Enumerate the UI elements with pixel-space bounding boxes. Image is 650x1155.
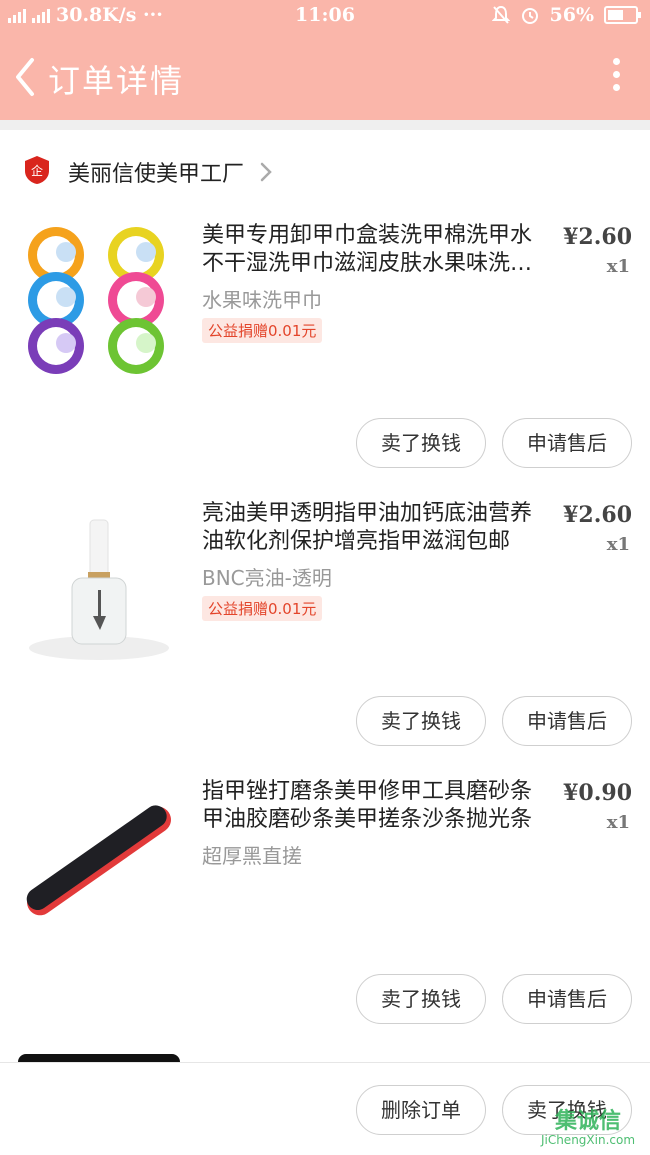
- product-image-wipes: [14, 220, 184, 390]
- item-price: ¥2.60: [563, 224, 632, 250]
- shop-logo-icon: 企: [25, 156, 49, 184]
- battery-icon: [604, 6, 641, 24]
- shop-name: 美丽信使美甲工厂: [68, 162, 245, 187]
- more-vertical-icon[interactable]: [610, 58, 622, 98]
- top-bar: 30.8K/s ··· 11:06 56% 订单详情: [0, 0, 650, 120]
- sell-button[interactable]: 卖了换钱: [356, 974, 486, 1024]
- charity-badge: 公益捐赠0.01元: [202, 318, 323, 343]
- product-image-nail-file: [14, 776, 184, 946]
- sell-button[interactable]: 卖了换钱: [356, 696, 486, 746]
- after-sales-button[interactable]: 申请售后: [502, 696, 632, 746]
- item-sku: BNC亮油-透明: [202, 566, 332, 590]
- item-name[interactable]: 美甲专用卸甲巾盒装洗甲棉洗甲水不干湿洗甲巾滋润皮肤水果味洗甲巾: [202, 222, 537, 278]
- section-divider: [0, 120, 650, 130]
- item-quantity: x1: [606, 534, 630, 555]
- status-right: 56%: [491, 4, 641, 26]
- charity-badge: 公益捐赠0.01元: [202, 596, 323, 621]
- product-image-nail-polish: [14, 498, 184, 668]
- battery-percent: 56%: [549, 4, 595, 26]
- after-sales-button[interactable]: 申请售后: [502, 974, 632, 1024]
- chevron-left-icon[interactable]: [6, 52, 46, 102]
- item-sku: 超厚黑直搓: [202, 844, 302, 868]
- page-title: 订单详情: [48, 62, 185, 100]
- delete-order-button[interactable]: 删除订单: [356, 1085, 486, 1135]
- order-item[interactable]: 指甲锉打磨条美甲修甲工具磨砂条甲油胶磨砂条美甲搓条沙条抛光条 ¥0.90 x1 …: [0, 776, 650, 1054]
- watermark-logo: 集诚信 JiChengXin.com: [532, 1103, 644, 1149]
- watermark-text: 集诚信: [554, 1109, 621, 1134]
- chevron-right-icon: [260, 162, 272, 182]
- item-quantity: x1: [606, 812, 630, 833]
- shop-row[interactable]: 企 美丽信使美甲工厂: [0, 140, 650, 200]
- svg-text:企: 企: [31, 163, 43, 178]
- after-sales-button[interactable]: 申请售后: [502, 418, 632, 468]
- item-price: ¥2.60: [563, 502, 632, 528]
- order-item[interactable]: 亮油美甲透明指甲油加钙底油营养油软化剂保护增亮指甲滋润包邮 ¥2.60 x1 B…: [0, 498, 650, 776]
- watermark-sub: JiChengXin.com: [540, 1133, 636, 1147]
- sell-button[interactable]: 卖了换钱: [356, 418, 486, 468]
- alarm-icon: [521, 8, 538, 24]
- item-name[interactable]: 亮油美甲透明指甲油加钙底油营养油软化剂保护增亮指甲滋润包邮: [202, 500, 537, 556]
- item-price: ¥0.90: [563, 780, 632, 806]
- item-name[interactable]: 指甲锉打磨条美甲修甲工具磨砂条甲油胶磨砂条美甲搓条沙条抛光条: [202, 778, 537, 834]
- header: 订单详情: [0, 34, 650, 120]
- item-quantity: x1: [606, 256, 630, 277]
- item-sku: 水果味洗甲巾: [202, 288, 322, 312]
- bell-off-icon: [491, 5, 510, 24]
- status-bar: 30.8K/s ··· 11:06 56%: [0, 0, 650, 34]
- order-item[interactable]: 美甲专用卸甲巾盒装洗甲棉洗甲水不干湿洗甲巾滋润皮肤水果味洗甲巾 ¥2.60 x1…: [0, 220, 650, 498]
